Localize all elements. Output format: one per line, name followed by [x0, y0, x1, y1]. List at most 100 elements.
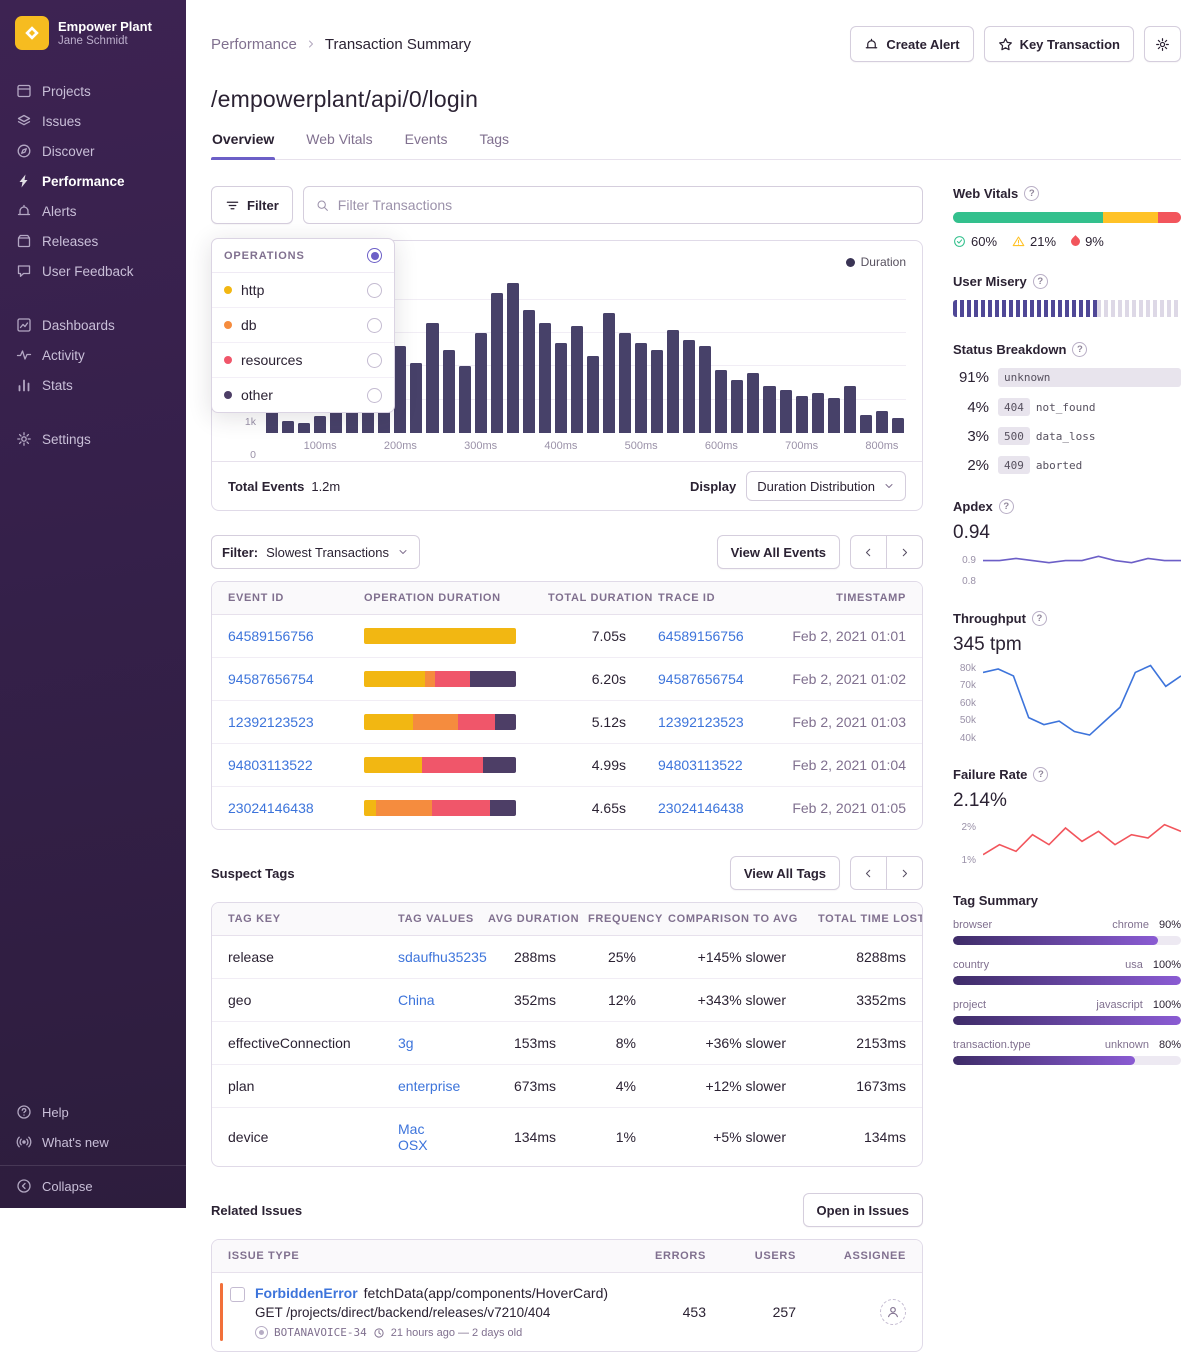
histogram-bar[interactable]: [506, 283, 519, 433]
sidebar-item-settings[interactable]: Settings: [0, 424, 186, 454]
sidebar-item-what-s-new[interactable]: What's new: [0, 1127, 186, 1157]
trace-id-link[interactable]: 94803113522: [658, 757, 743, 773]
pagination-prev-button[interactable]: [850, 856, 887, 890]
filter-button[interactable]: Filter: [211, 186, 293, 224]
operation-option-db[interactable]: db: [212, 308, 394, 343]
breadcrumb-performance[interactable]: Performance: [211, 36, 297, 53]
key-transaction-button[interactable]: Key Transaction: [983, 26, 1134, 62]
histogram-bar[interactable]: [474, 333, 487, 433]
histogram-bar[interactable]: [314, 416, 327, 433]
histogram-bar[interactable]: [635, 343, 648, 433]
histogram-bar[interactable]: [811, 393, 824, 433]
help-icon[interactable]: ?: [998, 499, 1014, 514]
transaction-search-input[interactable]: [337, 197, 910, 213]
pagination-next-button[interactable]: [886, 856, 923, 890]
histogram-bar[interactable]: [298, 423, 311, 433]
help-icon[interactable]: ?: [1072, 342, 1088, 357]
histogram-bar[interactable]: [426, 323, 439, 433]
tag-value-link[interactable]: enterprise: [398, 1078, 460, 1094]
issue-row[interactable]: ForbiddenError fetchData(app/components/H…: [212, 1273, 922, 1351]
sidebar-item-collapse[interactable]: Collapse: [0, 1165, 186, 1198]
radio-all-operations[interactable]: [367, 248, 382, 263]
sidebar-item-discover[interactable]: Discover: [0, 136, 186, 166]
trace-id-link[interactable]: 12392123523: [658, 714, 744, 730]
histogram-bar[interactable]: [795, 396, 808, 433]
histogram-bar[interactable]: [522, 309, 535, 433]
event-id-link[interactable]: 94587656754: [228, 671, 314, 687]
issue-type-link[interactable]: ForbiddenError: [255, 1285, 358, 1301]
event-id-link[interactable]: 64589156756: [228, 628, 314, 644]
help-icon[interactable]: ?: [1033, 767, 1049, 782]
sidebar-item-stats[interactable]: Stats: [0, 370, 186, 400]
sidebar-item-user-feedback[interactable]: User Feedback: [0, 256, 186, 286]
sidebar-item-issues[interactable]: Issues: [0, 106, 186, 136]
sidebar-item-projects[interactable]: Projects: [0, 76, 186, 106]
trace-id-link[interactable]: 23024146438: [658, 800, 744, 816]
sidebar-item-releases[interactable]: Releases: [0, 226, 186, 256]
help-icon[interactable]: ?: [1032, 274, 1048, 289]
operation-radio[interactable]: [367, 387, 382, 403]
sidebar-item-help[interactable]: Help: [0, 1097, 186, 1127]
assignee-button[interactable]: [880, 1299, 906, 1325]
settings-button[interactable]: [1144, 26, 1181, 62]
view-all-tags-button[interactable]: View All Tags: [729, 856, 840, 890]
histogram-bar[interactable]: [875, 411, 888, 433]
tag-value-link[interactable]: China: [398, 992, 435, 1008]
org-switcher[interactable]: Empower Plant Jane Schmidt: [0, 16, 186, 50]
pagination-next-button[interactable]: [886, 535, 923, 569]
histogram-bar[interactable]: [699, 346, 712, 433]
operation-radio[interactable]: [367, 317, 382, 333]
histogram-bar[interactable]: [827, 398, 840, 433]
histogram-bar[interactable]: [763, 386, 776, 433]
operation-radio[interactable]: [367, 282, 382, 298]
operations-dropdown-header[interactable]: OPERATIONS: [212, 239, 394, 273]
histogram-bar[interactable]: [538, 323, 551, 433]
histogram-bar[interactable]: [667, 329, 680, 433]
tab-web-vitals[interactable]: Web Vitals: [305, 129, 373, 159]
help-icon[interactable]: ?: [1024, 186, 1040, 201]
sidebar-item-activity[interactable]: Activity: [0, 340, 186, 370]
histogram-bar[interactable]: [891, 418, 904, 433]
view-all-events-button[interactable]: View All Events: [716, 535, 840, 569]
event-id-link[interactable]: 23024146438: [228, 800, 314, 816]
histogram-bar[interactable]: [282, 421, 295, 433]
histogram-bar[interactable]: [442, 349, 455, 433]
open-in-issues-button[interactable]: Open in Issues: [802, 1193, 923, 1227]
sidebar-item-alerts[interactable]: Alerts: [0, 196, 186, 226]
create-alert-button[interactable]: Create Alert: [850, 26, 974, 62]
histogram-bar[interactable]: [859, 414, 872, 433]
operation-option-other[interactable]: other: [212, 378, 394, 412]
histogram-bar[interactable]: [394, 346, 407, 433]
histogram-bar[interactable]: [651, 349, 664, 433]
histogram-bar[interactable]: [490, 293, 503, 433]
sidebar-item-performance[interactable]: Performance: [0, 166, 186, 196]
histogram-bar[interactable]: [602, 313, 616, 433]
operation-radio[interactable]: [367, 352, 382, 368]
issue-checkbox[interactable]: [230, 1287, 245, 1302]
histogram-bar[interactable]: [554, 343, 567, 433]
histogram-bar[interactable]: [586, 356, 599, 433]
help-icon[interactable]: ?: [1031, 611, 1047, 626]
histogram-bar[interactable]: [715, 369, 728, 433]
tab-overview[interactable]: Overview: [211, 129, 276, 160]
histogram-bar[interactable]: [619, 333, 632, 433]
display-select[interactable]: Duration Distribution: [746, 471, 906, 501]
pagination-prev-button[interactable]: [850, 535, 887, 569]
histogram-bar[interactable]: [410, 363, 423, 433]
histogram-bar[interactable]: [747, 373, 760, 433]
operation-option-resources[interactable]: resources: [212, 343, 394, 378]
events-filter-select[interactable]: Filter: Slowest Transactions: [211, 535, 420, 569]
histogram-bar[interactable]: [683, 339, 696, 433]
operation-option-http[interactable]: http: [212, 273, 394, 308]
tab-events[interactable]: Events: [404, 129, 449, 159]
tag-value-link[interactable]: Mac OSX: [398, 1121, 428, 1153]
tab-tags[interactable]: Tags: [478, 129, 510, 159]
event-id-link[interactable]: 12392123523: [228, 714, 314, 730]
trace-id-link[interactable]: 64589156756: [658, 628, 744, 644]
histogram-bar[interactable]: [843, 386, 856, 433]
histogram-bar[interactable]: [570, 326, 583, 433]
histogram-bar[interactable]: [458, 366, 471, 433]
histogram-bar[interactable]: [731, 379, 744, 433]
histogram-bar[interactable]: [779, 389, 792, 433]
event-id-link[interactable]: 94803113522: [228, 757, 313, 773]
